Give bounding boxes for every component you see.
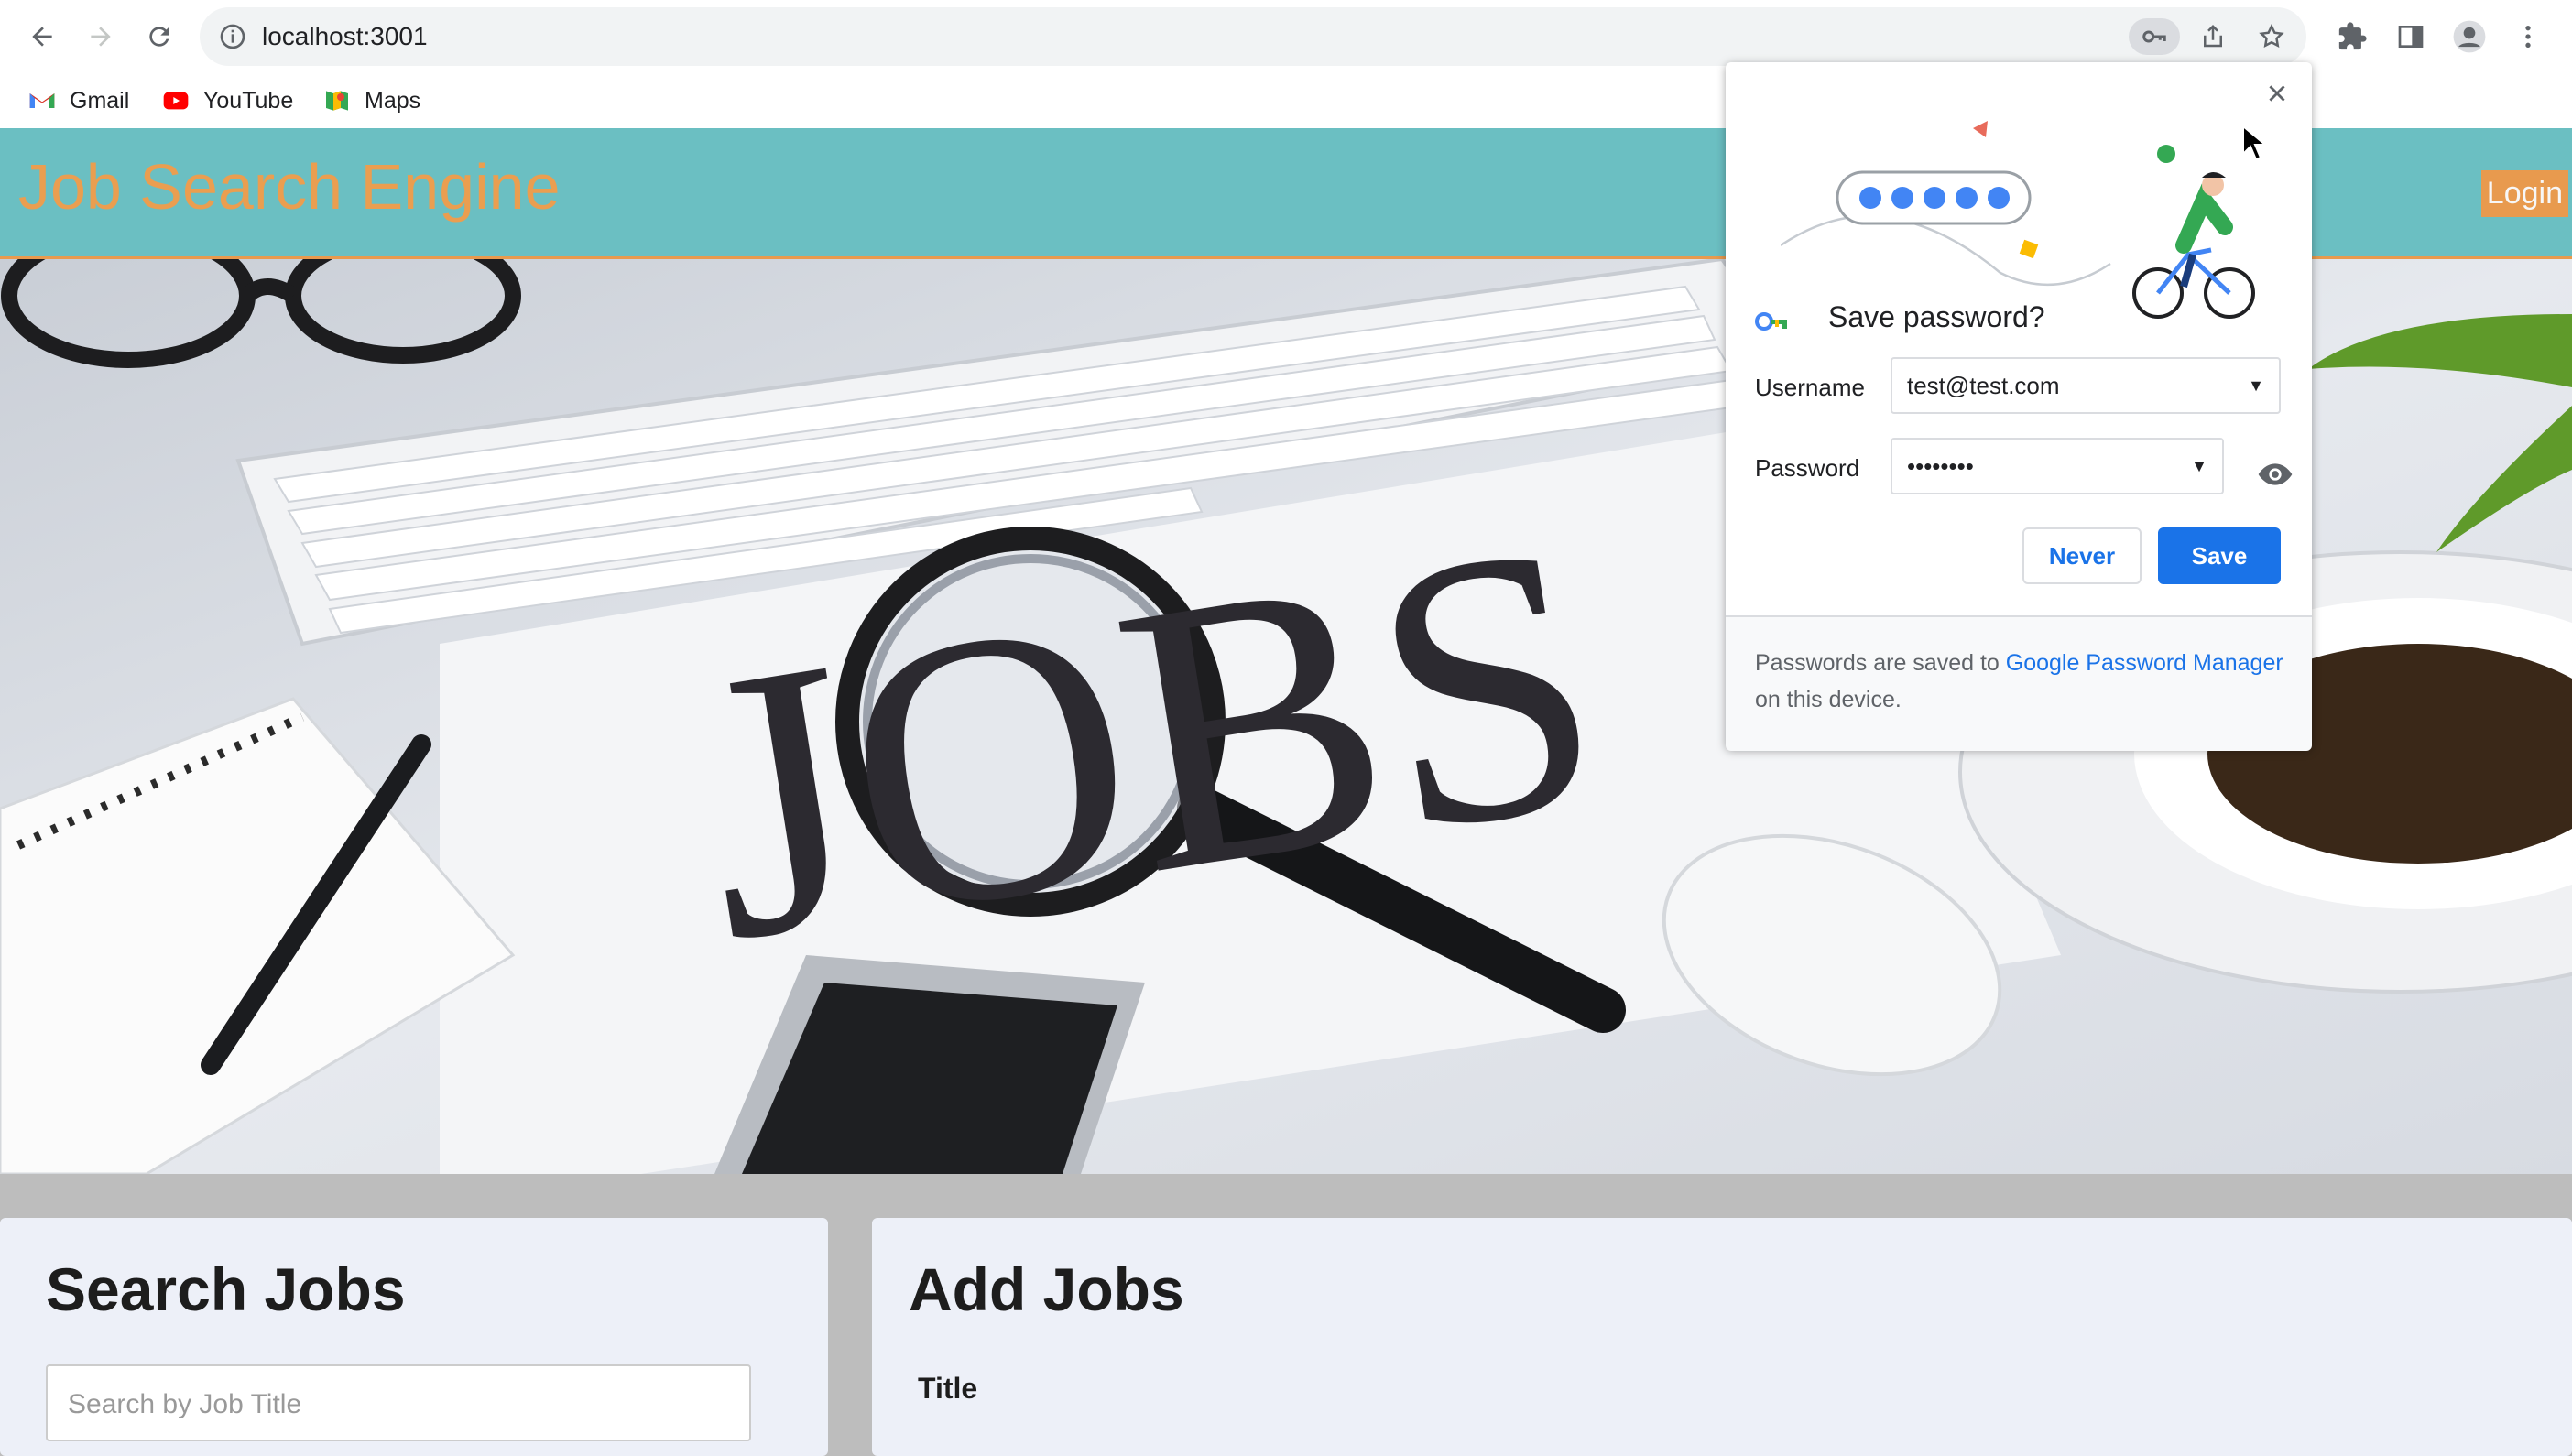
footer-text: Passwords are saved to Google Password M… (1755, 645, 2295, 718)
bookmark-star-button[interactable] (2246, 18, 2297, 55)
save-password-bubble: Save password? Username test@test.com ▼ … (1726, 62, 2312, 751)
reload-icon (149, 27, 169, 47)
bookmark-maps[interactable]: Maps (322, 82, 420, 119)
dialog-footer: Passwords are saved to Google Password M… (1726, 615, 2312, 751)
forward-arrow-icon (91, 27, 111, 47)
puzzle-icon (2338, 22, 2367, 50)
key-icon (2142, 30, 2166, 43)
footer-suffix: on this device. (1755, 687, 1902, 712)
show-password-eye-icon[interactable] (2257, 456, 2294, 493)
password-select[interactable]: •••••••• ▼ (1891, 438, 2224, 494)
password-manager-link[interactable]: Google Password Manager (2006, 650, 2283, 676)
save-button[interactable]: Save (2158, 527, 2281, 584)
chrome-menu-button[interactable] (2510, 18, 2546, 55)
search-jobs-panel: Search Jobs Search by Job Title (0, 1218, 828, 1456)
bookmark-gmail[interactable]: Gmail (27, 82, 129, 119)
star-icon (2259, 23, 2284, 49)
never-button[interactable]: Never (2022, 527, 2142, 584)
username-select[interactable]: test@test.com ▼ (1891, 357, 2281, 414)
maps-icon (326, 91, 348, 111)
password-label: Password (1755, 454, 1860, 482)
extensions-button[interactable] (2334, 18, 2370, 55)
info-icon[interactable] (218, 22, 247, 51)
share-icon (2204, 24, 2222, 48)
gmail-icon (29, 93, 55, 108)
login-button[interactable]: Login (2480, 170, 2568, 217)
password-key-button[interactable] (2129, 18, 2180, 55)
username-value: test@test.com (1907, 372, 2060, 399)
share-button[interactable] (2187, 18, 2239, 55)
dropdown-arrow-icon: ▼ (2248, 376, 2264, 395)
search-jobs-heading: Search Jobs (46, 1255, 406, 1323)
dialog-title: Save password? (1828, 300, 2045, 333)
password-illustration (1781, 121, 2255, 319)
site-title: Job Search Engine (18, 151, 561, 223)
address-bar[interactable]: localhost:3001 (200, 7, 2306, 66)
password-value: •••••••• (1907, 452, 1974, 480)
side-panel-icon (2398, 26, 2424, 48)
forward-button[interactable] (79, 15, 123, 59)
dropdown-arrow-icon: ▼ (2191, 457, 2207, 475)
bookmark-label: Gmail (70, 87, 130, 114)
avatar-icon (2453, 20, 2486, 53)
bookmark-label: YouTube (203, 87, 294, 114)
search-input[interactable]: Search by Job Title (46, 1364, 751, 1441)
bookmark-youtube[interactable]: YouTube (161, 82, 293, 119)
mouse-cursor-icon (2242, 125, 2267, 161)
add-jobs-heading: Add Jobs (909, 1255, 1184, 1323)
bookmark-label: Maps (365, 87, 421, 114)
title-label: Title (918, 1372, 978, 1405)
back-button[interactable] (20, 15, 64, 59)
footer-prefix: Passwords are saved to (1755, 650, 2006, 676)
cyclist-icon (2132, 172, 2255, 319)
kebab-menu-icon (2525, 26, 2531, 48)
profile-button[interactable] (2451, 18, 2488, 55)
add-jobs-panel: Add Jobs Title (872, 1218, 2572, 1456)
youtube-icon (163, 92, 189, 110)
side-panel-button[interactable] (2392, 18, 2429, 55)
url-text: localhost:3001 (262, 22, 428, 50)
close-icon (2269, 85, 2285, 102)
back-arrow-icon (32, 27, 52, 47)
username-label: Username (1755, 374, 1865, 401)
reload-button[interactable] (137, 15, 181, 59)
close-button[interactable] (2259, 75, 2295, 112)
key-icon (1755, 312, 1787, 331)
